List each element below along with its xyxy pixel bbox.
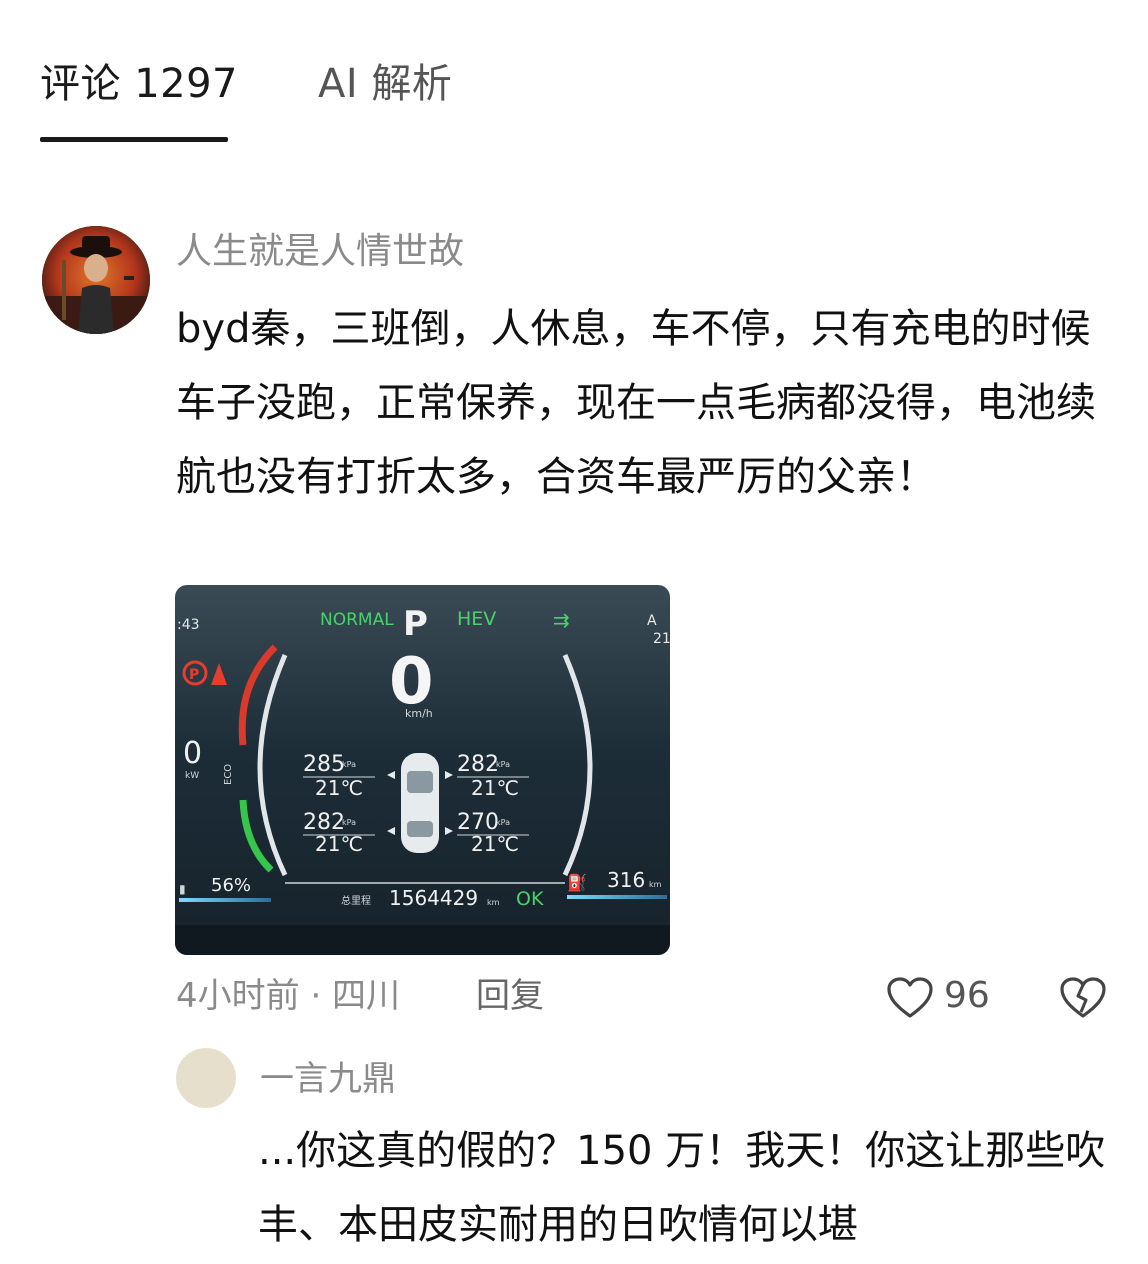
odometer-unit: km xyxy=(487,898,500,907)
dash-top-right-sub: 21 xyxy=(653,631,670,647)
avatar-image xyxy=(42,226,150,334)
tire-pressure-unit: kPa xyxy=(496,760,510,769)
dash-range: 316 xyxy=(607,868,645,892)
tire-pressure: 282 xyxy=(457,752,499,777)
reply-text: ...你这真的假的？150 万！我天！你这让那些吹丰、本田皮实耐用的日吹情何以堪 xyxy=(258,1128,1106,1248)
tire-pressure-unit: kPa xyxy=(342,760,356,769)
dash-top-right: A xyxy=(647,613,657,629)
avatar[interactable] xyxy=(42,226,150,334)
dash-battery: 56% xyxy=(211,875,251,896)
like-count: 96 xyxy=(944,975,990,1016)
tab-comments[interactable]: 评论 1297 xyxy=(40,58,238,110)
tire-temp: 21℃ xyxy=(471,776,519,800)
dash-time: :43 xyxy=(177,617,200,633)
tire-pressure-unit: kPa xyxy=(342,818,356,827)
comment-meta-row: 4小时前 · 四川 回复 96 xyxy=(0,968,1148,1028)
comment-username[interactable]: 人生就是人情世故 xyxy=(176,228,464,276)
battery-icon: ▮ xyxy=(179,882,186,896)
dashboard-photo: :43 NORMAL P HEV ⇉ A 21 P 0 km/h 0 kW EC… xyxy=(175,585,670,955)
dash-hev: HEV xyxy=(457,608,496,630)
dash-power-unit: kW xyxy=(185,771,199,781)
tire-temp: 21℃ xyxy=(315,832,363,856)
tire-pressure-unit: kPa xyxy=(496,818,510,827)
fuel-icon: ⛽ xyxy=(567,873,587,892)
dash-speed-unit: km/h xyxy=(405,707,433,720)
avatar[interactable] xyxy=(176,1048,236,1108)
tire-temp: 21℃ xyxy=(471,832,519,856)
dash-power: 0 xyxy=(183,736,202,771)
dash-range-unit: km xyxy=(649,880,662,889)
dash-gear: P xyxy=(403,604,428,644)
tab-ai-analysis[interactable]: AI 解析 xyxy=(318,58,452,110)
range-bar xyxy=(567,895,667,899)
heart-icon[interactable] xyxy=(886,976,934,1020)
parking-brake-letter: P xyxy=(189,667,199,683)
reply-username[interactable]: 一言九鼎 xyxy=(260,1056,396,1102)
comment-time-location: 4小时前 · 四川 xyxy=(176,976,401,1016)
battery-bar xyxy=(179,898,271,902)
comment-tabs: 评论 1297 AI 解析 xyxy=(0,0,1148,150)
odometer-label: 总里程 xyxy=(341,894,371,907)
dash-eco-label: ECO xyxy=(223,764,234,785)
reply-button[interactable]: 回复 xyxy=(476,972,544,1020)
tire-temp: 21℃ xyxy=(315,776,363,800)
tire-pressure: 285 xyxy=(303,752,345,777)
comment-text: byd秦，三班倒，人休息，车不停，只有充电的时候车子没跑，正常保养，现在一点毛病… xyxy=(176,306,1096,500)
comment-image[interactable]: :43 NORMAL P HEV ⇉ A 21 P 0 km/h 0 kW EC… xyxy=(175,585,670,955)
headlight-icon: ⇉ xyxy=(553,608,570,632)
broken-heart-icon[interactable] xyxy=(1058,976,1108,1020)
active-tab-indicator xyxy=(40,137,228,142)
odometer-value: 1564429 xyxy=(389,886,478,910)
dash-mode: NORMAL xyxy=(320,610,394,630)
status-ok: OK xyxy=(516,888,544,910)
